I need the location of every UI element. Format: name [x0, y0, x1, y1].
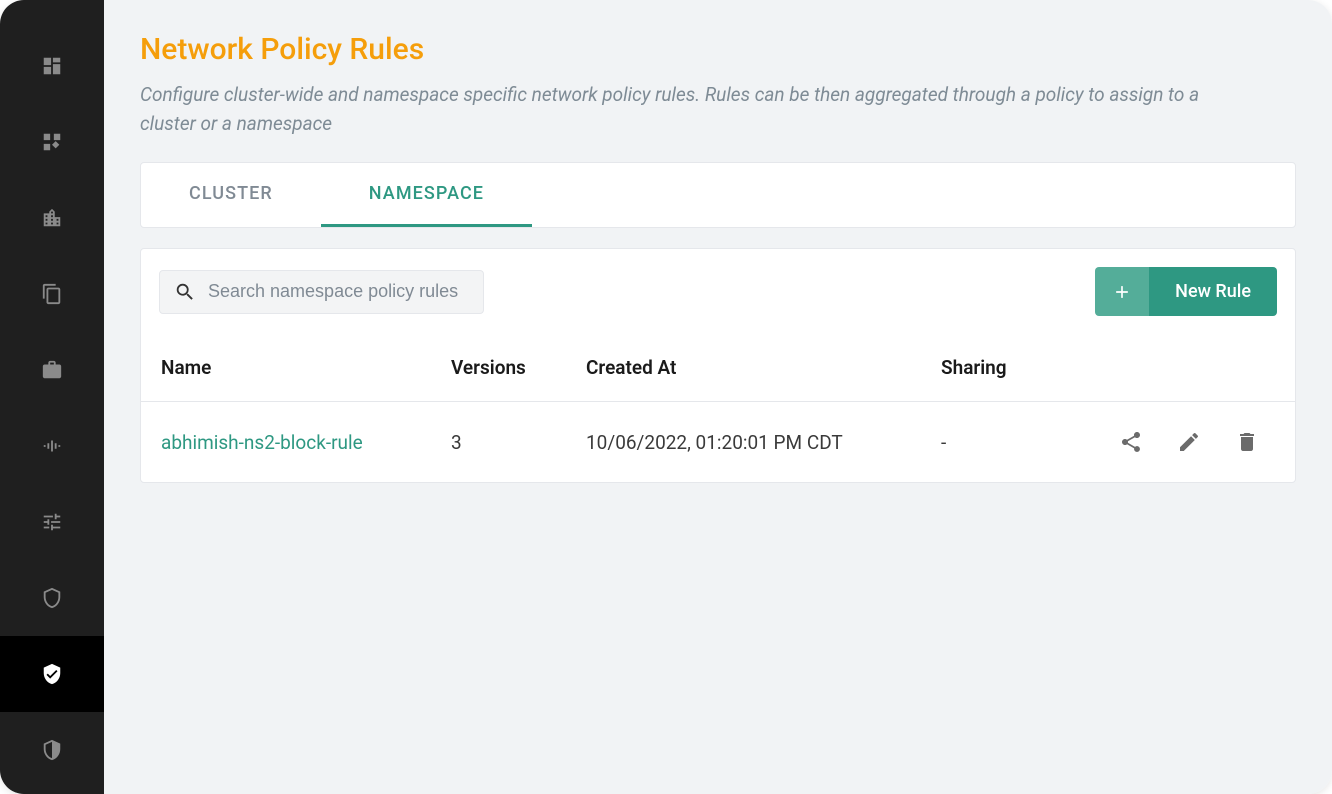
content-copy-icon	[41, 283, 63, 305]
page-description: Configure cluster-wide and namespace spe…	[140, 81, 1240, 138]
toolbar: New Rule	[141, 249, 1295, 334]
audio-icon	[41, 435, 63, 457]
shield-half-icon	[41, 739, 63, 761]
widgets-icon	[41, 131, 63, 153]
tab-namespace[interactable]: NAMESPACE	[321, 163, 532, 227]
sidebar-item-apps[interactable]	[0, 104, 104, 180]
tabs: CLUSTER NAMESPACE	[140, 162, 1296, 228]
tab-cluster[interactable]: CLUSTER	[141, 163, 321, 227]
sidebar-item-infra[interactable]	[0, 180, 104, 256]
sidebar-item-copy[interactable]	[0, 256, 104, 332]
main-content: Network Policy Rules Configure cluster-w…	[104, 0, 1332, 794]
briefcase-icon	[41, 359, 63, 381]
search-box[interactable]	[159, 270, 484, 314]
edit-icon[interactable]	[1177, 430, 1201, 454]
sidebar-item-verified[interactable]	[0, 636, 104, 712]
tune-icon	[41, 511, 63, 533]
plus-icon	[1095, 267, 1149, 316]
sidebar-item-tune[interactable]	[0, 484, 104, 560]
sidebar-item-dashboard[interactable]	[0, 28, 104, 104]
share-icon[interactable]	[1119, 430, 1143, 454]
search-icon	[174, 281, 196, 303]
sidebar	[0, 0, 104, 794]
sidebar-item-work[interactable]	[0, 332, 104, 408]
dashboard-icon	[41, 55, 63, 77]
shield-outline-icon	[41, 587, 63, 609]
rule-versions: 3	[451, 431, 586, 454]
search-input[interactable]	[208, 281, 469, 302]
city-icon	[41, 207, 63, 229]
table-header: Name Versions Created At Sharing	[141, 334, 1295, 402]
th-sharing: Sharing	[941, 356, 1101, 379]
rule-name-link[interactable]: abhimish-ns2-block-rule	[161, 431, 451, 454]
page-title: Network Policy Rules	[140, 32, 1296, 67]
new-rule-button[interactable]: New Rule	[1095, 267, 1277, 316]
th-name: Name	[161, 356, 451, 379]
new-rule-label: New Rule	[1149, 267, 1277, 316]
rule-sharing: -	[941, 431, 1101, 454]
table-row: abhimish-ns2-block-rule 3 10/06/2022, 01…	[141, 402, 1295, 482]
rule-created-at: 10/06/2022, 01:20:01 PM CDT	[586, 431, 941, 454]
sidebar-item-privacy[interactable]	[0, 712, 104, 788]
sidebar-item-audio[interactable]	[0, 408, 104, 484]
rules-table: Name Versions Created At Sharing abhimis…	[141, 334, 1295, 482]
rules-card: New Rule Name Versions Created At Sharin…	[140, 248, 1296, 483]
row-actions	[1101, 430, 1275, 454]
sidebar-item-security[interactable]	[0, 560, 104, 636]
delete-icon[interactable]	[1235, 430, 1259, 454]
th-created-at: Created At	[586, 356, 941, 379]
shield-check-icon	[41, 663, 63, 685]
th-versions: Versions	[451, 356, 586, 379]
